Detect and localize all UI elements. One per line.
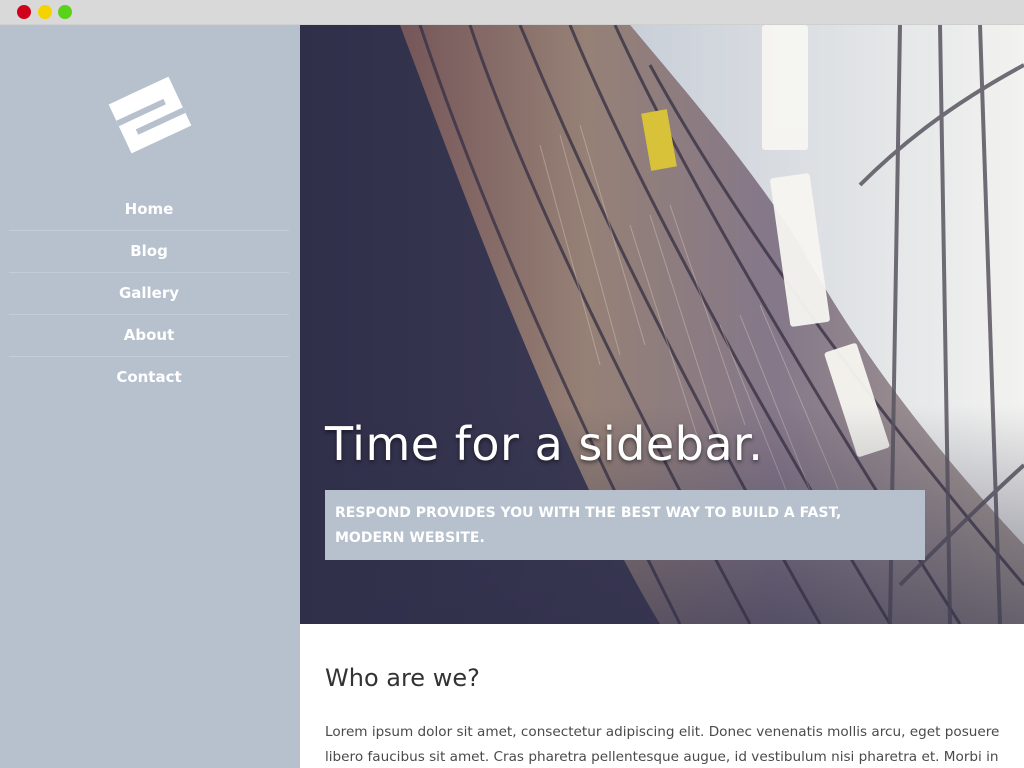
sidebar-item-blog[interactable]: Blog — [9, 231, 289, 273]
nav-link-about[interactable]: About — [124, 326, 175, 344]
zoom-window-button[interactable] — [58, 5, 72, 19]
nav-link-gallery[interactable]: Gallery — [119, 284, 179, 302]
close-window-button[interactable] — [17, 5, 31, 19]
section-heading: Who are we? — [325, 664, 480, 692]
respond-logo-icon[interactable] — [100, 69, 200, 161]
nav-link-contact[interactable]: Contact — [116, 368, 181, 386]
hero-banner: Time for a sidebar. RESPOND PROVIDES YOU… — [300, 25, 1024, 624]
nav-link-home[interactable]: Home — [125, 200, 174, 218]
sidebar-nav: Home Blog Gallery About Contact — [9, 189, 289, 399]
sidebar-item-home[interactable]: Home — [9, 189, 289, 231]
main-content: Who are we? Lorem ipsum dolor sit amet, … — [300, 624, 1024, 768]
sidebar-item-contact[interactable]: Contact — [9, 357, 289, 399]
sidebar: Home Blog Gallery About Contact — [0, 25, 300, 768]
window-titlebar — [0, 0, 1024, 25]
nav-link-blog[interactable]: Blog — [130, 242, 168, 260]
hero-title: Time for a sidebar. — [325, 417, 764, 471]
section-paragraph: Lorem ipsum dolor sit amet, consectetur … — [325, 724, 1000, 765]
sidebar-item-gallery[interactable]: Gallery — [9, 273, 289, 315]
sidebar-item-about[interactable]: About — [9, 315, 289, 357]
minimize-window-button[interactable] — [38, 5, 52, 19]
hero-subtitle-box: RESPOND PROVIDES YOU WITH THE BEST WAY T… — [325, 490, 925, 560]
hero-subtitle: RESPOND PROVIDES YOU WITH THE BEST WAY T… — [335, 505, 842, 546]
